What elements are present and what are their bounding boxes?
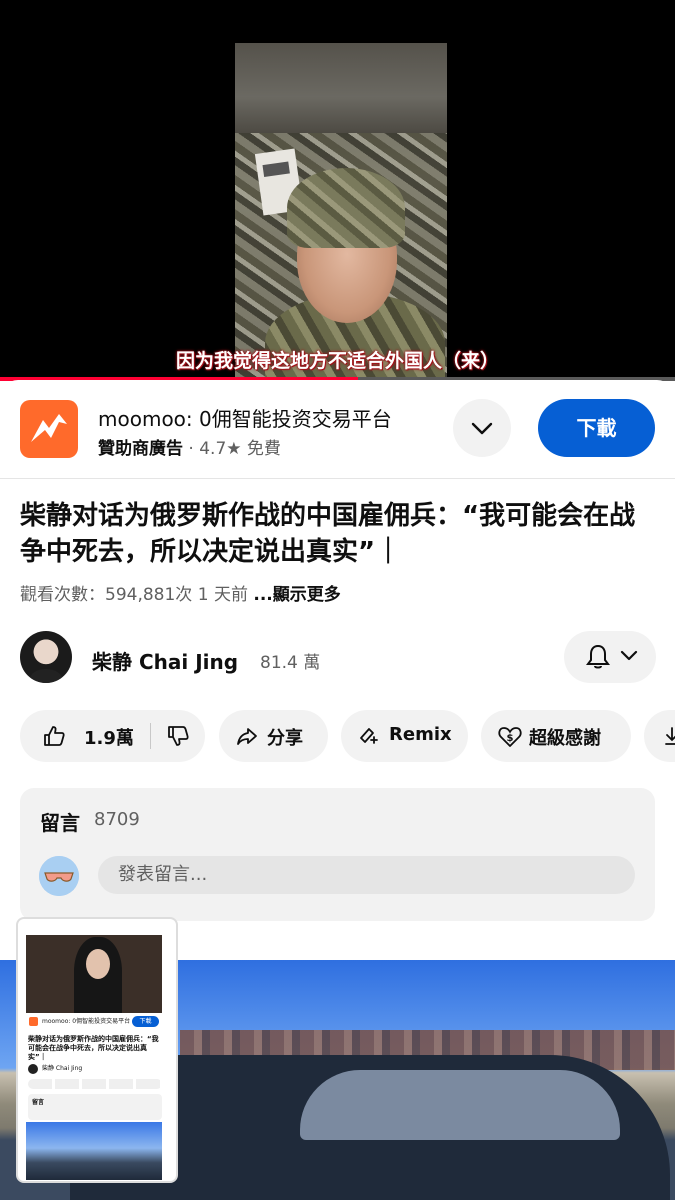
chevron-down-icon — [620, 650, 638, 661]
ad-meta: 贊助商廣告 · 4.7★ 免費 — [98, 434, 281, 459]
video-player[interactable]: 因为我觉得这地方不适合外国人（来） — [0, 0, 675, 381]
like-dislike-group: 1.9萬 — [20, 710, 205, 762]
super-thanks-button[interactable]: $ 超級感謝 — [481, 710, 631, 762]
remix-label: Remix — [389, 724, 452, 745]
preview-action-pills — [28, 1079, 162, 1089]
bull-icon — [31, 414, 67, 442]
user-avatar — [39, 856, 79, 896]
preview-download-button: 下載 — [132, 1016, 159, 1027]
preview-channel: 柴静 Chai Jing — [28, 1062, 162, 1076]
sponsor-label: 贊助商廣告 — [98, 439, 183, 459]
video-frame — [235, 43, 447, 380]
like-count[interactable]: 1.9萬 — [84, 724, 134, 750]
sunglasses-avatar-icon — [39, 856, 79, 896]
video-ceiling — [235, 43, 447, 133]
divider — [0, 478, 675, 479]
channel-name[interactable]: 柴静 Chai Jing — [92, 646, 238, 675]
preview-title: 柴静对话为俄罗斯作战的中国雇佣兵：“我可能会在战争中死去，所以决定说出真实”｜ — [28, 1035, 159, 1061]
show-more-link[interactable]: ...顯示更多 — [253, 585, 340, 605]
preview-thumbnail — [26, 1122, 162, 1180]
meta-dot: · — [188, 439, 200, 459]
svg-text:$: $ — [507, 733, 514, 744]
thumbs-up-icon[interactable] — [42, 724, 66, 748]
comments-panel[interactable]: 留言 8709 發表留言... — [20, 788, 655, 921]
ad-rating: 4.7★ — [199, 439, 242, 459]
thumbs-down-icon[interactable] — [166, 724, 190, 748]
preview-ad-logo — [29, 1017, 38, 1026]
download-icon — [665, 727, 675, 745]
remix-icon — [360, 728, 378, 744]
share-label: 分享 — [267, 728, 303, 749]
view-count: 觀看次數：594,881次 — [20, 585, 193, 605]
notification-button[interactable] — [564, 631, 656, 683]
preview-ad: moomoo: 0佣智能投资交易平台 下載 — [26, 1013, 162, 1031]
share-button[interactable]: 分享 — [219, 710, 328, 762]
video-meta[interactable]: 觀看次數：594,881次 1 天前 ...顯示更多 — [20, 580, 341, 605]
preview-ad-title: moomoo: 0佣智能投资交易平台 — [42, 1018, 131, 1025]
ad-price: 免費 — [246, 439, 281, 459]
preview-face — [86, 949, 110, 979]
comment-input[interactable]: 發表留言... — [98, 856, 635, 894]
comments-count: 8709 — [94, 809, 140, 830]
upload-age: 1 天前 — [197, 585, 248, 605]
video-title[interactable]: 柴静对话为俄罗斯作战的中国雇佣兵：“我可能会在战争中死去，所以决定说出真实”｜ — [20, 498, 660, 570]
ad-title[interactable]: moomoo: 0佣智能投资交易平台 — [98, 403, 392, 432]
super-thanks-label: 超級感謝 — [529, 728, 601, 749]
chevron-down-icon — [471, 422, 493, 435]
video-subtitle: 因为我觉得这地方不适合外国人（来） — [175, 350, 499, 372]
bell-icon — [586, 644, 610, 669]
heart-dollar-icon: $ — [498, 727, 522, 747]
preview-video — [26, 935, 162, 1013]
ad-expand-button[interactable] — [453, 399, 511, 457]
channel-avatar[interactable] — [20, 631, 72, 683]
thumbnail-car-window — [300, 1070, 620, 1140]
moomoo-bull-logo[interactable] — [20, 400, 78, 458]
video-soldier-helmet — [287, 168, 405, 248]
remix-button[interactable]: Remix — [341, 710, 468, 762]
share-icon — [237, 728, 257, 745]
subscriber-count: 81.4 萬 — [260, 653, 321, 673]
download-button[interactable]: 下載 — [538, 399, 655, 457]
comments-title: 留言 — [40, 811, 80, 835]
like-separator — [150, 723, 151, 749]
preview-comments: 留言 — [28, 1094, 162, 1120]
screenshot-preview[interactable]: moomoo: 0佣智能投资交易平台 下載 柴静对话为俄罗斯作战的中国雇佣兵：“… — [16, 917, 178, 1183]
